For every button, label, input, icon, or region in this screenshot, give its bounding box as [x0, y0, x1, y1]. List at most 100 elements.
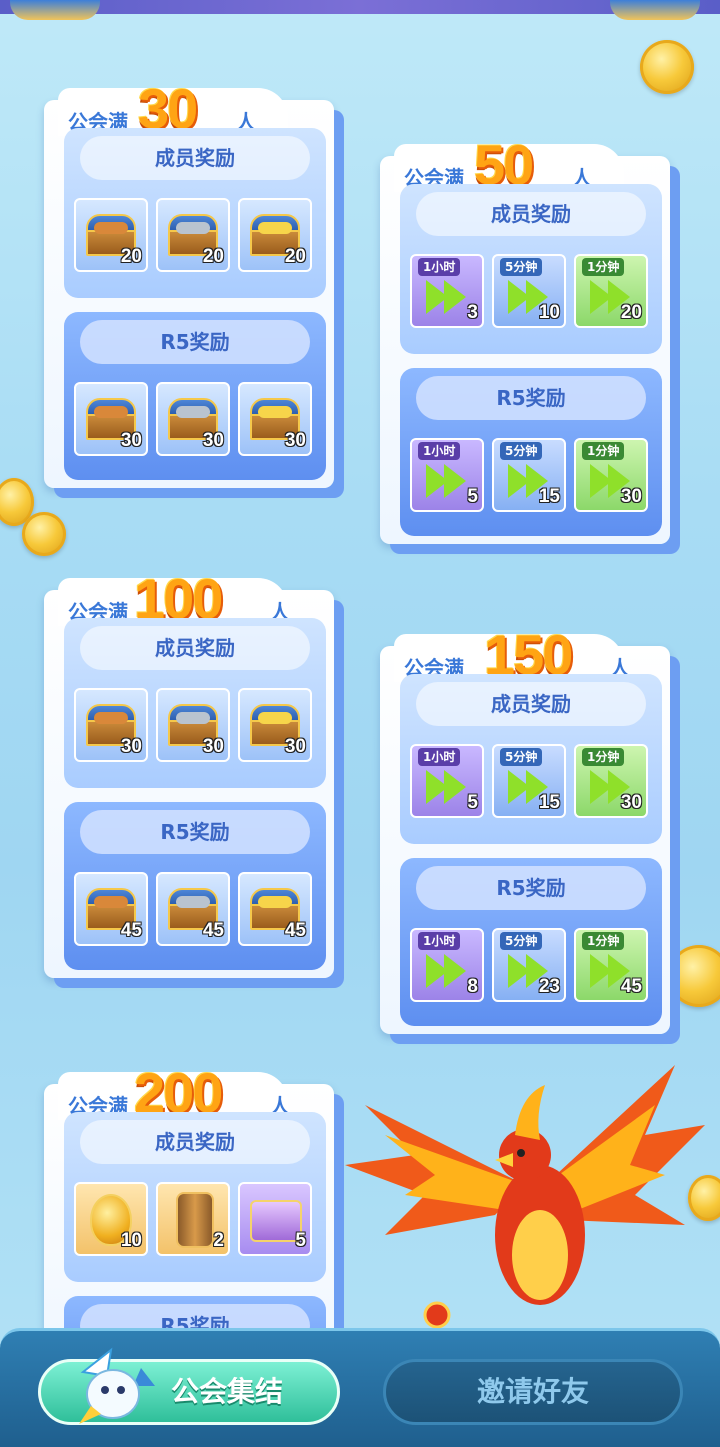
gold-coin-icon: [640, 40, 694, 94]
duration-tag: 1分钟: [582, 258, 625, 276]
duration-tag: 5分钟: [500, 748, 543, 766]
speedup-item[interactable]: 5分钟 15: [492, 744, 566, 818]
item-count: 20: [202, 246, 224, 267]
card-header: 公会满 200 人: [58, 1050, 290, 1124]
member-reward-title: 成员奖励: [80, 626, 310, 670]
item-count: 10: [120, 1230, 142, 1251]
item-count: 20: [284, 246, 306, 267]
duration-tag: 5分钟: [500, 258, 543, 276]
guild-rally-button[interactable]: 公会集结: [38, 1347, 340, 1425]
duration-tag: 1小时: [418, 258, 461, 276]
r5-reward-section: R5奖励 30 30 30: [64, 312, 326, 480]
speedup-icon: [426, 280, 470, 314]
member-reward-section: 成员奖励 20 20 20: [64, 128, 326, 298]
r5-reward-title: R5奖励: [80, 320, 310, 364]
item-count: 45: [620, 976, 642, 997]
speedup-item[interactable]: 1分钟 30: [574, 438, 648, 512]
duration-tag: 5分钟: [500, 932, 543, 950]
speedup-item[interactable]: 1小时 5: [410, 438, 484, 512]
item-count: 5: [467, 486, 478, 507]
mascot-icon: [79, 1347, 155, 1424]
duration-tag: 1分钟: [582, 932, 625, 950]
reward-item[interactable]: 20: [156, 198, 230, 272]
item-count: 45: [284, 920, 306, 941]
reward-item[interactable]: 30: [156, 382, 230, 456]
item-count: 10: [538, 302, 560, 323]
reward-card-100: 公会满 100 人 成员奖励 30 30 30 R5奖励 45 45 45: [44, 567, 334, 978]
reward-item[interactable]: 30: [74, 688, 148, 762]
member-reward-section: 成员奖励 1小时 3 5分钟 10 1分钟 20: [400, 184, 662, 354]
duration-tag: 1小时: [418, 932, 461, 950]
item-count: 15: [538, 792, 560, 813]
item-count: 15: [538, 486, 560, 507]
item-count: 20: [620, 302, 642, 323]
reward-item[interactable]: 20: [238, 198, 312, 272]
reward-item[interactable]: 5: [238, 1182, 312, 1256]
speedup-item[interactable]: 5分钟 23: [492, 928, 566, 1002]
member-reward-section: 成员奖励 1小时 5 5分钟 15 1分钟 30: [400, 674, 662, 844]
speedup-item[interactable]: 1小时 8: [410, 928, 484, 1002]
item-count: 30: [120, 736, 142, 757]
item-count: 30: [620, 486, 642, 507]
item-count: 30: [202, 736, 224, 757]
reward-item[interactable]: 45: [156, 872, 230, 946]
phoenix-mascot: [345, 1065, 705, 1329]
reward-item[interactable]: 30: [156, 688, 230, 762]
member-reward-section: 成员奖励 30 30 30: [64, 618, 326, 788]
speedup-item[interactable]: 1分钟 30: [574, 744, 648, 818]
bottom-action-bar: 公会集结 邀请好友: [0, 1328, 720, 1447]
member-reward-section: 成员奖励 10 2 5: [64, 1112, 326, 1282]
speedup-item[interactable]: 5分钟 15: [492, 438, 566, 512]
invite-friends-button[interactable]: 邀请好友: [383, 1359, 683, 1425]
duration-tag: 1小时: [418, 748, 461, 766]
reward-item[interactable]: 20: [74, 198, 148, 272]
reward-item[interactable]: 30: [74, 382, 148, 456]
member-reward-title: 成员奖励: [80, 136, 310, 180]
item-count: 23: [538, 976, 560, 997]
r5-reward-section: R5奖励 45 45 45: [64, 802, 326, 970]
reward-item[interactable]: 2: [156, 1182, 230, 1256]
card-header: 公会满 100 人: [58, 556, 290, 630]
item-count: 30: [120, 430, 142, 451]
item-count: 30: [284, 430, 306, 451]
r5-reward-section: R5奖励 1小时 5 5分钟 15 1分钟 30: [400, 368, 662, 536]
speedup-icon: [426, 770, 470, 804]
speedup-item[interactable]: 1分钟 20: [574, 254, 648, 328]
gold-coin-icon: [668, 945, 720, 1007]
item-count: 30: [620, 792, 642, 813]
reward-card-150: 公会满 150 人 成员奖励 1小时 5 5分钟 15 1分钟 30 R5奖励: [380, 623, 670, 1034]
reward-card-50: 公会满 50 人 成员奖励 1小时 3 5分钟 10 1分钟 20 R5奖励 1…: [380, 133, 670, 544]
speedup-item[interactable]: 1小时 5: [410, 744, 484, 818]
duration-tag: 1分钟: [582, 748, 625, 766]
card-header: 公会满 50 人: [394, 122, 626, 196]
guild-rally-label: 公会集结: [171, 1375, 284, 1408]
item-count: 20: [120, 246, 142, 267]
reward-card-30: 公会满 30 人 成员奖励 20 20 20 R5奖励 30 30 30: [44, 77, 334, 488]
item-count: 8: [467, 976, 478, 997]
reward-item[interactable]: 45: [74, 872, 148, 946]
item-count: 30: [202, 430, 224, 451]
item-count: 45: [202, 920, 224, 941]
item-count: 2: [213, 1230, 224, 1251]
top-ornament-right: [610, 0, 700, 20]
duration-tag: 1小时: [418, 442, 461, 460]
reward-item[interactable]: 30: [238, 382, 312, 456]
r5-reward-title: R5奖励: [80, 810, 310, 854]
top-ornament-left: [10, 0, 100, 20]
item-count: 30: [284, 736, 306, 757]
duration-tag: 1分钟: [582, 442, 625, 460]
member-reward-title: 成员奖励: [80, 1120, 310, 1164]
speedup-item[interactable]: 1小时 3: [410, 254, 484, 328]
reward-item[interactable]: 10: [74, 1182, 148, 1256]
gold-coin-icon: [22, 512, 66, 556]
invite-friends-label: 邀请好友: [476, 1375, 589, 1408]
speedup-icon: [426, 464, 470, 498]
speedup-icon: [426, 954, 470, 988]
speedup-item[interactable]: 1分钟 45: [574, 928, 648, 1002]
item-count: 3: [467, 302, 478, 323]
item-count: 45: [120, 920, 142, 941]
member-reward-title: 成员奖励: [416, 192, 646, 236]
reward-item[interactable]: 45: [238, 872, 312, 946]
reward-item[interactable]: 30: [238, 688, 312, 762]
speedup-item[interactable]: 5分钟 10: [492, 254, 566, 328]
